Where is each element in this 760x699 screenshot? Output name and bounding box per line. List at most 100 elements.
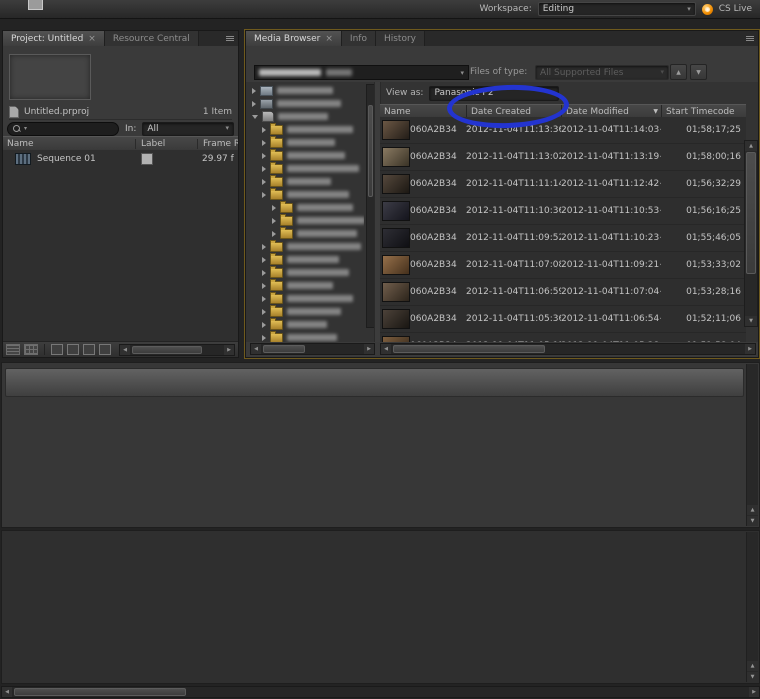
media-row[interactable]: 060A2B342012-11-04T11:09:52+2012-11-04T1…: [380, 225, 746, 252]
tree-item[interactable]: [250, 149, 364, 162]
disclosure-icon[interactable]: [262, 140, 266, 146]
disclosure-icon[interactable]: [262, 179, 266, 185]
monitor-vertical-scrollbar[interactable]: ▲ ▼: [746, 364, 758, 526]
scrollbar-thumb[interactable]: [14, 688, 186, 696]
tree-item[interactable]: [250, 136, 364, 149]
scrollbar-thumb[interactable]: [393, 345, 545, 353]
disclosure-icon[interactable]: [262, 296, 266, 302]
disclosure-icon[interactable]: [262, 335, 266, 341]
tree-item[interactable]: [250, 97, 364, 110]
column-header-frame-rate[interactable]: Frame Rate: [197, 139, 238, 149]
new-item-icon[interactable]: [83, 344, 95, 355]
tree-item[interactable]: [250, 175, 364, 188]
scroll-right-icon[interactable]: ▶: [745, 344, 755, 354]
search-in-dropdown[interactable]: All ▾: [142, 122, 234, 136]
project-row[interactable]: Sequence 0129.97 f: [3, 150, 238, 167]
scroll-down-icon[interactable]: ▼: [747, 672, 758, 682]
scrollbar-thumb[interactable]: [263, 345, 305, 353]
tree-item[interactable]: [250, 214, 364, 227]
tab-resource-central[interactable]: Resource Central: [105, 31, 199, 46]
tree-item[interactable]: [250, 227, 364, 240]
list-vertical-scrollbar[interactable]: ▲ ▼: [744, 140, 758, 327]
column-header-name[interactable]: Name: [3, 139, 135, 149]
tree-item[interactable]: [250, 305, 364, 318]
scrollbar-track[interactable]: [261, 344, 364, 354]
close-icon[interactable]: ×: [325, 34, 333, 44]
tree-item[interactable]: [250, 110, 364, 123]
scroll-left-icon[interactable]: ◀: [2, 687, 12, 697]
tree-item[interactable]: [250, 331, 364, 342]
panel-menu-icon[interactable]: [742, 31, 758, 46]
tree-item[interactable]: [250, 162, 364, 175]
scroll-down-icon[interactable]: ▼: [747, 516, 758, 526]
tree-item[interactable]: [250, 84, 364, 97]
new-bin-icon[interactable]: [67, 344, 79, 355]
media-row[interactable]: 060A2B342012-11-04T11:13:02+2012-11-04T1…: [380, 144, 746, 171]
view-as-dropdown[interactable]: Panasonic P2 ▾: [429, 86, 559, 101]
scroll-right-icon[interactable]: ▶: [749, 687, 759, 697]
close-icon[interactable]: ×: [88, 34, 96, 44]
find-icon[interactable]: [51, 344, 63, 355]
scroll-right-icon[interactable]: ▶: [364, 344, 374, 354]
tree-item[interactable]: [250, 253, 364, 266]
project-column-headers[interactable]: Name Label Frame Rate: [3, 136, 238, 151]
workspace-dropdown[interactable]: Editing ▾: [538, 2, 696, 16]
disclosure-icon[interactable]: [262, 257, 266, 263]
project-horizontal-scrollbar[interactable]: ◀ ▶: [119, 344, 235, 356]
disclosure-icon[interactable]: [252, 101, 256, 107]
scroll-left-icon[interactable]: ◀: [120, 345, 130, 355]
tree-horizontal-scrollbar[interactable]: ◀ ▶: [250, 343, 375, 355]
tree-item[interactable]: [250, 188, 364, 201]
label-swatch[interactable]: [141, 153, 153, 165]
scrollbar-track[interactable]: [391, 344, 745, 354]
tree-item[interactable]: [250, 292, 364, 305]
disclosure-icon[interactable]: [252, 88, 256, 94]
navigate-down-button[interactable]: ▼: [690, 64, 707, 80]
list-view-icon[interactable]: [6, 344, 20, 355]
tree-item[interactable]: [250, 201, 364, 214]
tab-project[interactable]: Project: Untitled ×: [3, 31, 105, 46]
timeline-vertical-scrollbar[interactable]: ▲ ▼: [746, 532, 758, 682]
media-row[interactable]: 060A2B342012-11-04T11:06:59+2012-11-04T1…: [380, 279, 746, 306]
navigate-up-button[interactable]: ▲: [670, 64, 687, 80]
cs-live-label[interactable]: CS Live: [719, 4, 752, 14]
disclosure-icon[interactable]: [262, 153, 266, 159]
disclosure-icon[interactable]: [272, 231, 276, 237]
disclosure-icon[interactable]: [262, 127, 266, 133]
scrollbar-track[interactable]: [12, 687, 749, 697]
scrollbar-thumb[interactable]: [368, 105, 373, 197]
tree-item[interactable]: [250, 266, 364, 279]
tab-history[interactable]: History: [376, 31, 425, 46]
disclosure-icon[interactable]: [272, 205, 276, 211]
tree-item[interactable]: [250, 240, 364, 253]
disclosure-icon[interactable]: [262, 244, 266, 250]
disclosure-icon[interactable]: [272, 218, 276, 224]
scroll-left-icon[interactable]: ◀: [381, 344, 391, 354]
panel-menu-icon[interactable]: [222, 31, 238, 46]
disclosure-icon[interactable]: [252, 115, 258, 119]
project-file-name[interactable]: Untitled.prproj: [24, 107, 89, 117]
trash-icon[interactable]: [99, 344, 111, 355]
tree-item[interactable]: [250, 318, 364, 331]
files-of-type-dropdown[interactable]: All Supported Files ▾: [535, 65, 669, 80]
path-dropdown[interactable]: ▾: [254, 65, 469, 80]
bottom-horizontal-scrollbar[interactable]: ◀ ▶: [1, 686, 760, 698]
disclosure-icon[interactable]: [262, 270, 266, 276]
disclosure-icon[interactable]: [262, 192, 266, 198]
media-row[interactable]: 060A2B342012-11-04T11:05:15+2012-11-04T1…: [380, 333, 746, 342]
tree-item[interactable]: [250, 279, 364, 292]
disclosure-icon[interactable]: [262, 309, 266, 315]
media-row[interactable]: 060A2B342012-11-04T11:10:36+2012-11-04T1…: [380, 198, 746, 225]
media-row[interactable]: 060A2B342012-11-04T11:07:08+2012-11-04T1…: [380, 252, 746, 279]
disclosure-icon[interactable]: [262, 166, 266, 172]
list-horizontal-scrollbar[interactable]: ◀ ▶: [380, 343, 756, 355]
scrollbar-thumb[interactable]: [132, 346, 202, 354]
scrollbar-thumb[interactable]: [746, 152, 756, 274]
media-row[interactable]: 060A2B342012-11-04T11:11:14+2012-11-04T1…: [380, 171, 746, 198]
scroll-up-icon[interactable]: ▲: [745, 141, 757, 151]
scroll-down-icon[interactable]: ▼: [745, 316, 757, 326]
tree-item[interactable]: [250, 123, 364, 136]
tab-info[interactable]: Info: [342, 31, 376, 46]
scroll-right-icon[interactable]: ▶: [224, 345, 234, 355]
scrollbar-track[interactable]: [130, 345, 224, 355]
